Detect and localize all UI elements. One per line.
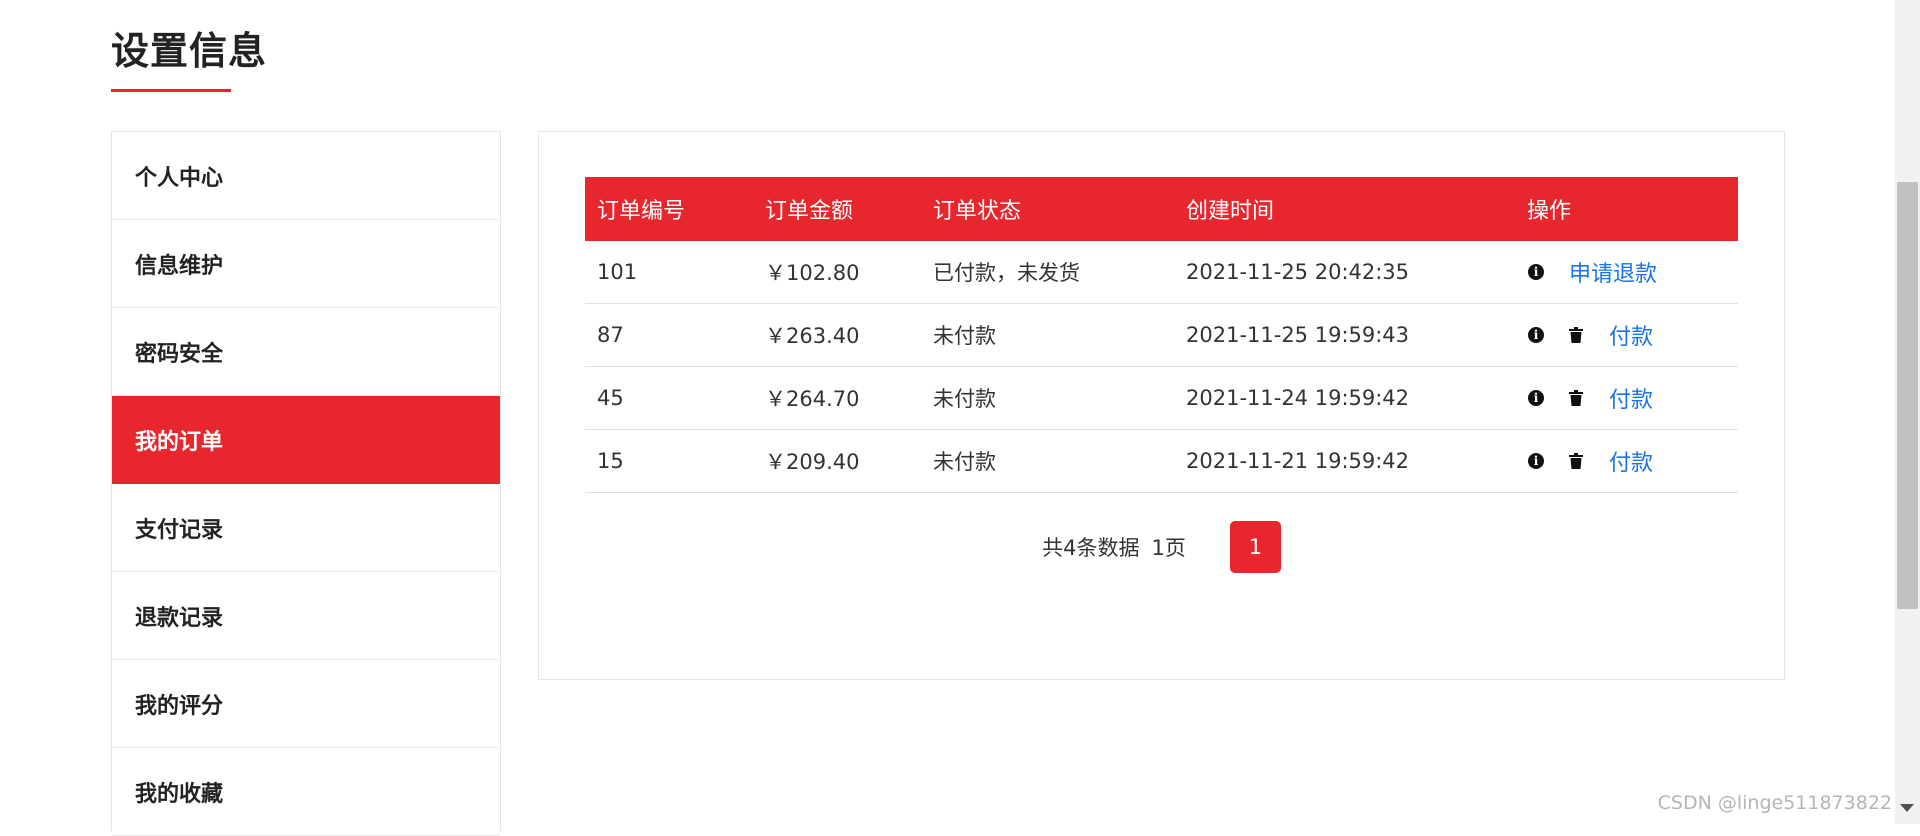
sidebar-item-password[interactable]: 密码安全 bbox=[112, 308, 500, 396]
sidebar: 个人中心 信息维护 密码安全 我的订单 支付记录 退款记录 我的评分 我的收藏 bbox=[111, 131, 501, 836]
sidebar-item-orders[interactable]: 我的订单 bbox=[112, 396, 500, 484]
watermark: CSDN @linge511873822 bbox=[1657, 792, 1892, 814]
sidebar-item-refunds[interactable]: 退款记录 bbox=[112, 572, 500, 660]
order-created: 2021-11-25 19:59:43 bbox=[1174, 303, 1515, 367]
sidebar-item-favorites[interactable]: 我的收藏 bbox=[112, 748, 500, 836]
order-id: 15 bbox=[585, 429, 753, 493]
order-amount: ￥209.40 bbox=[753, 429, 921, 493]
column-header-status: 订单状态 bbox=[921, 177, 1174, 241]
trash-icon[interactable] bbox=[1567, 452, 1585, 470]
order-id: 45 bbox=[585, 366, 753, 430]
sidebar-item-profile[interactable]: 个人中心 bbox=[112, 132, 500, 220]
order-created: 2021-11-21 19:59:42 bbox=[1174, 429, 1515, 493]
orders-panel: 订单编号 订单金额 订单状态 创建时间 操作 101 ￥102.80 已付款，未… bbox=[538, 131, 1785, 680]
order-actions: i 付款 bbox=[1515, 303, 1738, 367]
page-button-1[interactable]: 1 bbox=[1229, 521, 1281, 573]
sidebar-item-info[interactable]: 信息维护 bbox=[112, 220, 500, 308]
order-amount: ￥263.40 bbox=[753, 303, 921, 367]
orders-table: 订单编号 订单金额 订单状态 创建时间 操作 101 ￥102.80 已付款，未… bbox=[585, 177, 1738, 493]
order-actions: i 申请退款 bbox=[1515, 241, 1738, 304]
order-amount: ￥102.80 bbox=[753, 241, 921, 304]
info-icon[interactable]: i bbox=[1527, 389, 1545, 407]
pagination-total: 共4条数据 bbox=[1042, 536, 1140, 560]
table-row: 45 ￥264.70 未付款 2021-11-24 19:59:42 i 付款 bbox=[585, 366, 1738, 430]
info-icon[interactable]: i bbox=[1527, 263, 1545, 281]
refund-request-link[interactable]: 申请退款 bbox=[1569, 256, 1657, 288]
order-created: 2021-11-24 19:59:42 bbox=[1174, 366, 1515, 430]
column-header-created: 创建时间 bbox=[1174, 177, 1515, 241]
order-status: 未付款 bbox=[921, 429, 1174, 493]
order-id: 87 bbox=[585, 303, 753, 367]
info-icon[interactable]: i bbox=[1527, 326, 1545, 344]
pay-link[interactable]: 付款 bbox=[1609, 445, 1653, 477]
sidebar-item-ratings[interactable]: 我的评分 bbox=[112, 660, 500, 748]
order-actions: i 付款 bbox=[1515, 429, 1738, 493]
order-created: 2021-11-25 20:42:35 bbox=[1174, 241, 1515, 304]
order-status: 未付款 bbox=[921, 366, 1174, 430]
trash-icon[interactable] bbox=[1567, 389, 1585, 407]
sidebar-item-payments[interactable]: 支付记录 bbox=[112, 484, 500, 572]
table-row: 101 ￥102.80 已付款，未发货 2021-11-25 20:42:35 … bbox=[585, 241, 1738, 304]
pay-link[interactable]: 付款 bbox=[1609, 382, 1653, 414]
pagination-page-count: 1页 bbox=[1151, 536, 1186, 560]
order-status: 未付款 bbox=[921, 303, 1174, 367]
info-icon[interactable]: i bbox=[1527, 452, 1545, 470]
trash-icon[interactable] bbox=[1567, 326, 1585, 344]
scroll-down-arrow-icon[interactable] bbox=[1900, 804, 1914, 812]
order-id: 101 bbox=[585, 241, 753, 304]
order-actions: i 付款 bbox=[1515, 366, 1738, 430]
order-status: 已付款，未发货 bbox=[921, 241, 1174, 304]
page-title: 设置信息 bbox=[111, 29, 268, 73]
column-header-amount: 订单金额 bbox=[753, 177, 921, 241]
pay-link[interactable]: 付款 bbox=[1609, 319, 1653, 351]
pagination: 共4条数据 1页 1 bbox=[539, 521, 1784, 573]
table-row: 87 ￥263.40 未付款 2021-11-25 19:59:43 i 付款 bbox=[585, 303, 1738, 367]
order-amount: ￥264.70 bbox=[753, 366, 921, 430]
title-underline bbox=[111, 89, 231, 92]
table-header-row: 订单编号 订单金额 订单状态 创建时间 操作 bbox=[585, 177, 1738, 241]
scrollbar-thumb[interactable] bbox=[1897, 182, 1918, 609]
column-header-actions: 操作 bbox=[1515, 177, 1738, 241]
table-row: 15 ￥209.40 未付款 2021-11-21 19:59:42 i 付款 bbox=[585, 429, 1738, 493]
column-header-order-id: 订单编号 bbox=[585, 177, 753, 241]
